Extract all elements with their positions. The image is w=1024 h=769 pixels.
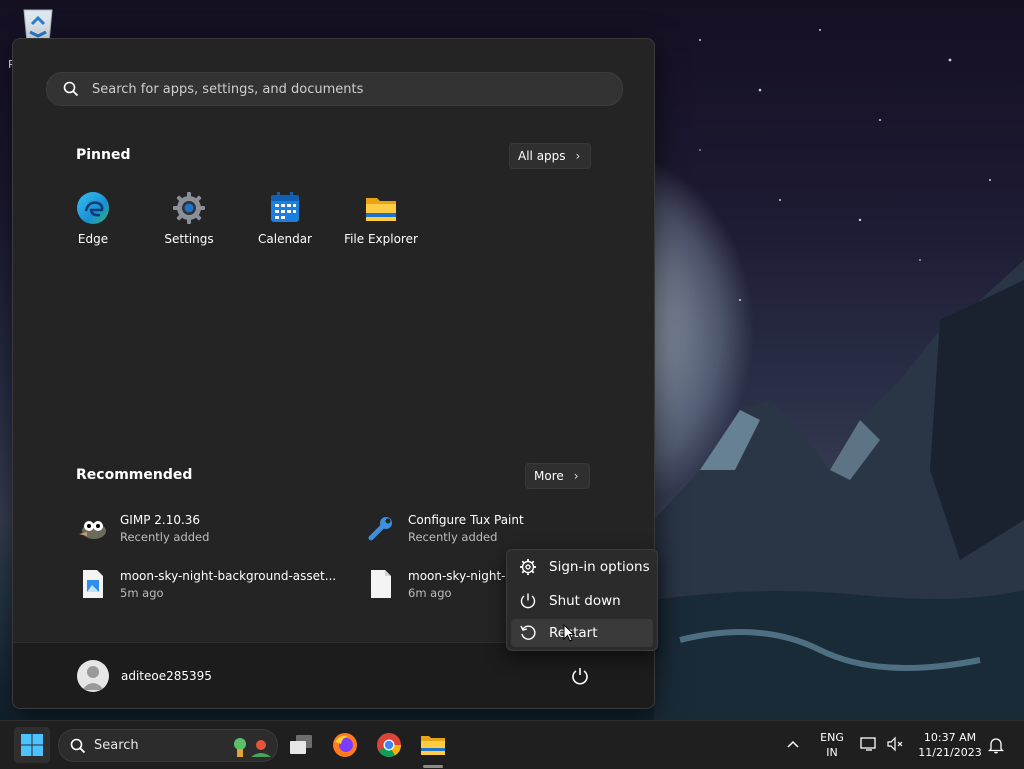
mouse-cursor-icon [563, 624, 575, 642]
file-explorer-icon [366, 198, 396, 221]
settings-icon [173, 192, 205, 224]
volume-muted-icon[interactable] [886, 736, 904, 752]
power-menu: Sign-in options Shut down Restart [506, 549, 658, 651]
network-icon[interactable] [860, 736, 878, 752]
pinned-title: Pinned [76, 147, 131, 163]
task-view-button[interactable] [283, 727, 319, 763]
firefox-icon [333, 733, 357, 757]
start-menu-footer: aditeoe285395 [13, 642, 654, 708]
gimp-icon [76, 511, 110, 545]
search-icon [70, 738, 86, 753]
sign-in-options-label: Sign-in options [549, 559, 650, 575]
all-apps-button[interactable]: All apps › [509, 143, 592, 169]
more-button[interactable]: More › [525, 463, 590, 489]
more-label: More [534, 469, 564, 483]
language-code: ENG [820, 731, 844, 744]
chrome-icon [377, 733, 401, 758]
power-icon [520, 593, 536, 609]
pinned-app-label: Calendar [258, 232, 312, 246]
recommended-title: Recommended [76, 467, 193, 483]
clock-date: 11/21/2023 [918, 746, 982, 759]
taskbar: Search ENG IN 10:37 AM 11/21/2023 [0, 720, 1024, 769]
recommended-item[interactable]: Configure Tux Paint Recently added [364, 510, 524, 546]
taskbar-search-label: Search [94, 738, 139, 753]
file-icon [364, 567, 398, 601]
start-search-input[interactable] [90, 80, 594, 98]
recommended-item[interactable]: moon-sky-night-b 6m ago [364, 566, 513, 602]
restart-icon [520, 625, 536, 640]
recommended-item-title: moon-sky-night-background-asset... [120, 568, 337, 583]
user-icon [82, 666, 104, 690]
pinned-app-file-explorer[interactable]: File Explorer [333, 191, 429, 261]
taskbar-firefox[interactable] [327, 727, 363, 763]
wrench-icon [364, 511, 398, 545]
chevron-right-icon: › [573, 469, 579, 483]
start-search-box[interactable] [46, 72, 623, 106]
edge-icon [77, 192, 109, 224]
pinned-app-label: Edge [77, 232, 109, 246]
recommended-item-subtitle: 5m ago [120, 585, 164, 600]
taskbar-search[interactable]: Search [58, 729, 278, 762]
chevron-right-icon: › [575, 149, 581, 163]
region-code: IN [826, 746, 838, 759]
all-apps-label: All apps [518, 149, 566, 163]
recommended-item[interactable]: moon-sky-night-background-asset... 5m ag… [76, 566, 336, 602]
recommended-item-subtitle: 6m ago [408, 585, 452, 600]
recommended-item-title: moon-sky-night-b [408, 568, 514, 583]
clock[interactable]: 10:37 AM 11/21/2023 [912, 730, 988, 760]
pinned-app-edge[interactable]: Edge [45, 191, 141, 261]
recommended-item-title: Configure Tux Paint [408, 512, 524, 527]
pinned-app-calendar[interactable]: Calendar [237, 191, 333, 261]
sign-in-options-item[interactable]: Sign-in options [511, 553, 653, 581]
user-avatar[interactable] [77, 660, 109, 692]
power-button[interactable] [570, 666, 590, 686]
recommended-item-subtitle: Recently added [408, 529, 498, 544]
notification-bell-icon[interactable] [988, 736, 1004, 754]
recommended-item[interactable]: GIMP 2.10.36 Recently added [76, 510, 209, 546]
username[interactable]: aditeoe285395 [121, 669, 212, 683]
chevron-up-icon[interactable] [786, 738, 800, 750]
shut-down-label: Shut down [549, 593, 621, 609]
search-icon [63, 81, 79, 97]
calendar-icon [271, 192, 299, 222]
gear-icon [520, 559, 536, 575]
file-explorer-icon [421, 736, 445, 755]
task-view-icon [290, 735, 312, 754]
windows-logo-icon [21, 734, 43, 756]
taskbar-chrome[interactable] [371, 727, 407, 763]
start-button[interactable] [14, 727, 50, 763]
image-file-icon [76, 567, 110, 601]
pinned-app-label: Settings [164, 232, 214, 246]
pinned-app-settings[interactable]: Settings [141, 191, 237, 261]
clock-time: 10:37 AM [923, 731, 977, 744]
taskbar-file-explorer[interactable] [415, 727, 451, 763]
recommended-item-title: GIMP 2.10.36 [120, 512, 201, 527]
shut-down-item[interactable]: Shut down [511, 587, 653, 615]
pinned-app-label: File Explorer [344, 232, 418, 246]
language-indicator[interactable]: ENG IN [814, 730, 850, 760]
recommended-item-subtitle: Recently added [120, 529, 210, 544]
search-highlight-icon [234, 737, 271, 757]
restart-item[interactable]: Restart [511, 619, 653, 647]
